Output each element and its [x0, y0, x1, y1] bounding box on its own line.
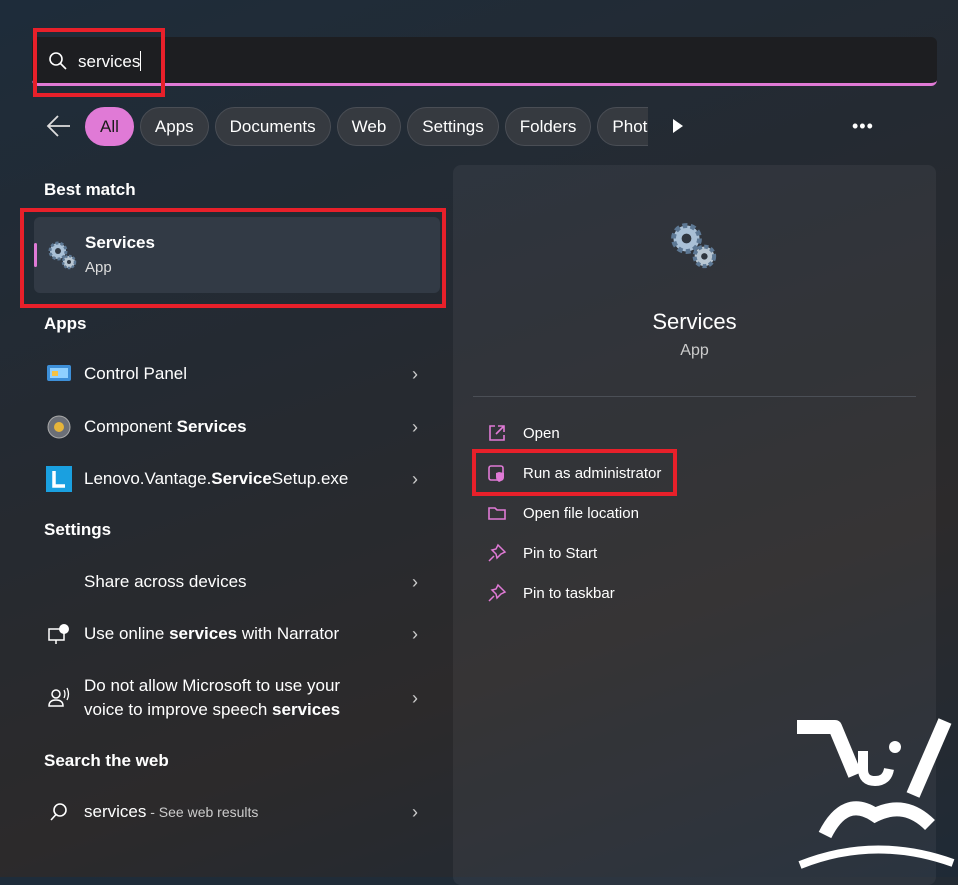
result-label: Use online services with Narrator — [84, 622, 412, 646]
folder-icon — [488, 507, 506, 520]
filter-chip-web[interactable]: Web — [336, 107, 402, 146]
action-label: Open — [523, 424, 560, 442]
action-pin-to-taskbar[interactable]: Pin to taskbar — [487, 583, 615, 603]
action-open[interactable]: Open — [487, 423, 560, 443]
filter-chip-settings[interactable]: Settings — [407, 107, 499, 146]
selection-indicator — [34, 243, 37, 267]
shield-icon — [488, 465, 504, 482]
apps-result[interactable]: Component Services › — [34, 413, 440, 441]
gears-icon — [671, 223, 717, 269]
filter-chip-folders[interactable]: Folders — [504, 107, 592, 146]
result-label: Control Panel — [84, 362, 412, 386]
pin-icon — [488, 543, 507, 562]
apps-result[interactable]: Lenovo.Vantage.ServiceSetup.exe › — [34, 465, 440, 493]
best-match-subtitle: App — [85, 259, 112, 276]
chevron-right-icon: › — [412, 623, 418, 644]
settings-result[interactable]: Share across devices › — [34, 568, 440, 596]
search-icon — [50, 803, 67, 821]
watermark-logo — [797, 718, 955, 869]
web-result[interactable]: services - See web results › — [34, 798, 440, 826]
gears-icon — [48, 241, 77, 270]
search-icon — [49, 52, 67, 70]
result-label: Do not allow Microsoft to use your voice… — [84, 674, 364, 722]
back-arrow-icon[interactable] — [46, 114, 72, 138]
pin-icon — [488, 583, 507, 602]
chevron-right-icon: › — [412, 571, 418, 592]
preview-title: Services — [652, 309, 737, 334]
result-label: Component Services — [84, 415, 412, 439]
action-label: Pin to taskbar — [523, 584, 615, 602]
chevron-right-icon: › — [412, 416, 418, 437]
preview-subtitle: App — [680, 342, 709, 359]
search-box[interactable]: services — [32, 37, 937, 86]
voice-icon — [48, 687, 70, 707]
action-pin-to-start[interactable]: Pin to Start — [487, 543, 597, 563]
label-part: Control Panel — [84, 364, 188, 383]
chevron-right-icon: › — [412, 801, 418, 822]
label-part: services — [272, 700, 341, 719]
divider — [473, 396, 916, 397]
filter-chip-photos[interactable]: Photos — [597, 107, 648, 146]
control-panel-icon — [47, 365, 71, 381]
web-suffix: - See web results — [146, 804, 259, 820]
settings-result[interactable]: Use online services with Narrator › — [34, 620, 440, 648]
open-external-icon — [489, 425, 505, 441]
component-services-icon — [47, 415, 71, 439]
result-label: Lenovo.Vantage.ServiceSetup.exe — [84, 467, 412, 491]
filter-chips: AllAppsDocumentsWebSettingsFoldersPhotos — [85, 107, 648, 147]
more-options-button[interactable]: ••• — [852, 116, 874, 137]
apps-heading: Apps — [44, 314, 87, 333]
action-label: Open file location — [523, 504, 639, 522]
lenovo-vantage-icon — [46, 466, 72, 492]
settings-heading: Settings — [44, 520, 112, 539]
label-part: Lenovo.Vantage. — [84, 469, 212, 488]
label-part: services — [169, 624, 238, 643]
narrator-icon — [48, 624, 69, 644]
web-query: services — [84, 802, 147, 821]
action-run-as-administrator[interactable]: Run as administrator — [487, 463, 661, 483]
label-part: Component — [84, 417, 177, 436]
filter-chip-apps[interactable]: Apps — [139, 107, 209, 146]
settings-result[interactable]: Do not allow Microsoft to use your voice… — [34, 672, 440, 724]
label-part: Use online — [84, 624, 170, 643]
apps-result[interactable]: Control Panel › — [34, 360, 440, 388]
chevron-right-icon: › — [412, 363, 418, 384]
search-input[interactable]: services — [78, 51, 142, 72]
label-part: Setup.exe — [271, 469, 349, 488]
result-label: Share across devices — [84, 570, 412, 594]
best-match-title: Services — [85, 233, 155, 252]
label-part: Services — [176, 417, 247, 436]
chevron-right-icon: › — [412, 687, 418, 708]
action-label: Pin to Start — [523, 544, 598, 562]
label-part: Share across devices — [84, 572, 247, 591]
label-part: Service — [211, 469, 272, 488]
search-web-heading: Search the web — [44, 751, 169, 770]
filter-chip-all[interactable]: All — [85, 107, 134, 146]
best-match-heading: Best match — [44, 180, 136, 199]
chevron-right-icon: › — [412, 468, 418, 489]
best-match-services[interactable]: Services App — [34, 217, 440, 293]
scroll-right-icon[interactable] — [672, 118, 684, 134]
action-label: Run as administrator — [523, 464, 662, 482]
filter-chip-documents[interactable]: Documents — [214, 107, 331, 146]
action-open-file-location[interactable]: Open file location — [487, 503, 639, 523]
label-part: with Narrator — [237, 624, 340, 643]
